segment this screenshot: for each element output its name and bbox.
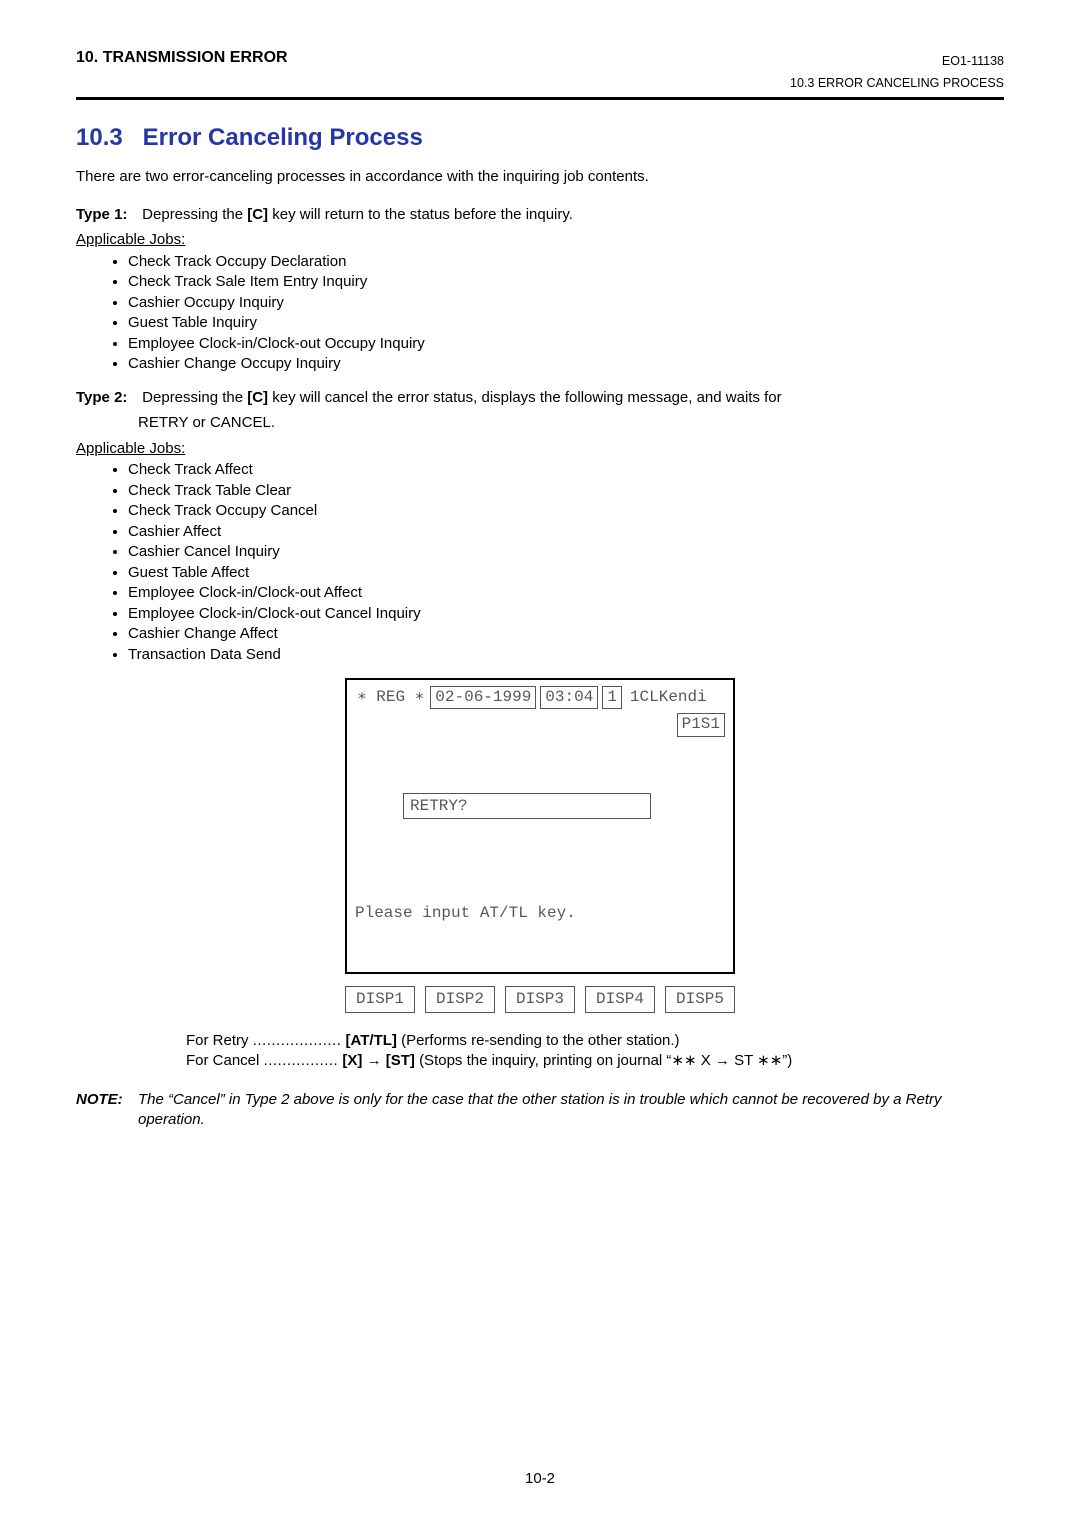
for-retry-label: For Retry — [186, 1032, 249, 1049]
list-item: Check Track Table Clear — [128, 481, 1004, 501]
note-body: The “Cancel” in Type 2 above is only for… — [138, 1090, 1004, 1129]
list-item: Guest Table Inquiry — [128, 313, 1004, 333]
disp-button-row: DISP1 DISP2 DISP3 DISP4 DISP5 — [345, 986, 735, 1013]
disp-button: DISP1 — [345, 986, 415, 1013]
time-box: 03:04 — [540, 686, 598, 709]
section-number: 10.3 — [76, 122, 136, 153]
clerk-name: 1CLKendi — [626, 686, 709, 709]
header-rule — [76, 97, 1004, 100]
p1s1-box: P1S1 — [677, 713, 725, 736]
note-label: NOTE: — [76, 1090, 138, 1129]
one-box: 1 — [602, 686, 622, 709]
c-key: [C] — [247, 389, 268, 406]
list-item: Employee Clock-in/Clock-out Cancel Inqui… — [128, 604, 1004, 624]
terminal-display: ∗ REG ∗ 02-06-1999 03:04 1 1CLKendi P1S1… — [345, 678, 735, 1013]
c-key: [C] — [247, 206, 268, 223]
list-item: Check Track Affect — [128, 460, 1004, 480]
type1-line: Type 1: Depressing the [C] key will retu… — [76, 205, 1004, 225]
list-item: Guest Table Affect — [128, 563, 1004, 583]
list-item: Cashier Occupy Inquiry — [128, 293, 1004, 313]
for-cancel-desc: (Stops the inquiry, printing on journal … — [419, 1052, 792, 1069]
list-item: Cashier Change Affect — [128, 624, 1004, 644]
retry-prompt-box: RETRY? — [403, 793, 651, 820]
type1-label: Type 1: — [76, 205, 138, 225]
list-item: Cashier Affect — [128, 522, 1004, 542]
type2-label: Type 2: — [76, 388, 138, 408]
date-box: 02-06-1999 — [430, 686, 536, 709]
section-title: 10.3 Error Canceling Process — [76, 122, 1004, 153]
doc-id: EO1-11138 — [942, 53, 1004, 69]
for-retry-desc: (Performs re-sending to the other statio… — [401, 1032, 679, 1049]
type1-desc-post: key will return to the status before the… — [268, 206, 573, 223]
intro-text: There are two error-canceling processes … — [76, 167, 1004, 187]
type2-desc-post: key will cancel the error status, displa… — [268, 389, 782, 406]
disp-button: DISP2 — [425, 986, 495, 1013]
type1-applicable-label: Applicable Jobs: — [76, 230, 1004, 250]
disp-button: DISP3 — [505, 986, 575, 1013]
list-item: Check Track Sale Item Entry Inquiry — [128, 272, 1004, 292]
section-breadcrumb: 10.3 ERROR CANCELING PROCESS — [76, 75, 1004, 91]
list-item: Check Track Occupy Declaration — [128, 252, 1004, 272]
list-item: Employee Clock-in/Clock-out Occupy Inqui… — [128, 334, 1004, 354]
chapter-heading: 10. TRANSMISSION ERROR — [76, 48, 288, 69]
input-prompt: Please input AT/TL key. — [355, 903, 725, 924]
dots: ................... — [253, 1032, 342, 1049]
type2-desc-pre: Depressing the — [142, 389, 247, 406]
reg-mode: ∗ REG ∗ — [355, 686, 426, 709]
dots: ................ — [264, 1052, 339, 1069]
list-item: Check Track Occupy Cancel — [128, 501, 1004, 521]
disp-button: DISP5 — [665, 986, 735, 1013]
type1-desc-pre: Depressing the — [142, 206, 247, 223]
list-item: Employee Clock-in/Clock-out Affect — [128, 583, 1004, 603]
page-number: 10-2 — [0, 1469, 1080, 1489]
for-cancel-label: For Cancel — [186, 1052, 259, 1069]
for-cancel-line: For Cancel ................ [X] → [ST] (… — [186, 1051, 1004, 1071]
type2-line: Type 2: Depressing the [C] key will canc… — [76, 388, 1004, 408]
section-name: Error Canceling Process — [143, 124, 423, 151]
list-item: Cashier Cancel Inquiry — [128, 542, 1004, 562]
list-item: Cashier Change Occupy Inquiry — [128, 354, 1004, 374]
type1-job-list: Check Track Occupy DeclarationCheck Trac… — [106, 252, 1004, 374]
list-item: Transaction Data Send — [128, 645, 1004, 665]
type2-desc-line2: RETRY or CANCEL. — [138, 413, 1004, 433]
attl-key: [AT/TL] — [346, 1032, 397, 1049]
type2-job-list: Check Track AffectCheck Track Table Clea… — [106, 460, 1004, 664]
disp-button: DISP4 — [585, 986, 655, 1013]
x-st-keys: [X] → [ST] — [342, 1052, 415, 1069]
for-retry-line: For Retry ................... [AT/TL] (P… — [186, 1031, 1004, 1051]
type2-applicable-label: Applicable Jobs: — [76, 439, 1004, 459]
